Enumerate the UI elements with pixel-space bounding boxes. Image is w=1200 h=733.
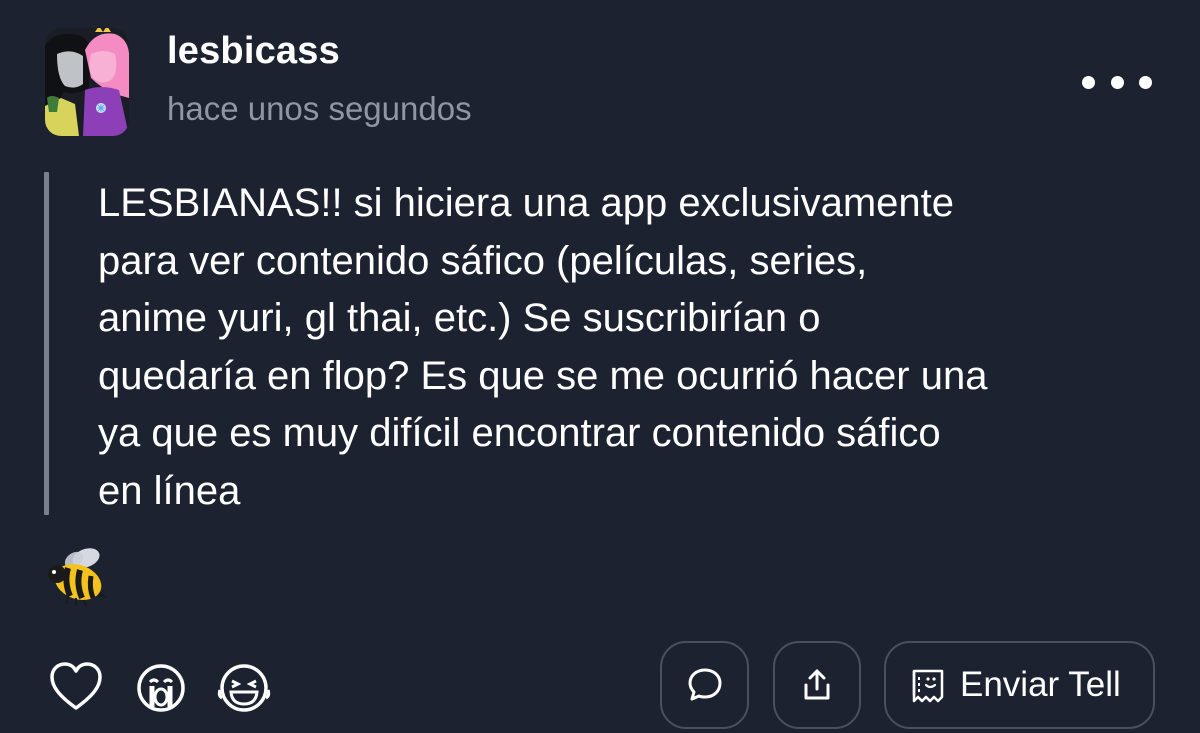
avatar-image xyxy=(45,28,129,136)
share-button[interactable] xyxy=(773,641,861,729)
comment-button[interactable] xyxy=(660,641,749,729)
more-options-button[interactable] xyxy=(1082,62,1152,102)
post-text-line: quedaría en flop? Es que se me ocurrió h… xyxy=(98,353,988,398)
post-text-line: anime yuri, gl thai, etc.) Se suscribirí… xyxy=(98,296,821,340)
speech-bubble-icon xyxy=(688,668,721,701)
crying-reaction-button[interactable] xyxy=(133,660,189,716)
heart-icon xyxy=(50,662,102,710)
bee-icon xyxy=(46,546,108,608)
share-upload-icon xyxy=(804,669,830,700)
laugh-reaction-button[interactable] xyxy=(216,660,272,716)
send-tell-label: Enviar Tell xyxy=(960,665,1121,704)
avatar[interactable] xyxy=(45,28,129,136)
ellipsis-icon xyxy=(1139,75,1152,89)
post-text-line: LESBIANAS!! si hiciera una app exclusiva… xyxy=(98,181,954,225)
post-card: lesbicass hace unos segundos LESBIANAS!!… xyxy=(0,0,1200,733)
like-button[interactable] xyxy=(48,660,104,716)
tell-envelope-icon xyxy=(912,669,944,703)
ellipsis-icon xyxy=(1082,75,1095,89)
post-text-line: para ver contenido sáfico (películas, se… xyxy=(98,238,868,283)
quote-bar xyxy=(44,172,49,515)
post-body: LESBIANAS!! si hiciera una app exclusiva… xyxy=(98,175,1173,520)
ellipsis-icon xyxy=(1110,75,1124,89)
username[interactable]: lesbicass xyxy=(167,30,340,73)
post-timestamp: hace unos segundos xyxy=(167,90,472,127)
post-text-line: ya que es muy difícil encontrar contenid… xyxy=(98,411,941,455)
laughing-face-icon xyxy=(217,664,271,712)
crying-face-icon xyxy=(137,664,185,712)
post-text-line: en línea xyxy=(98,468,241,513)
send-tell-button[interactable]: Enviar Tell xyxy=(884,641,1155,729)
